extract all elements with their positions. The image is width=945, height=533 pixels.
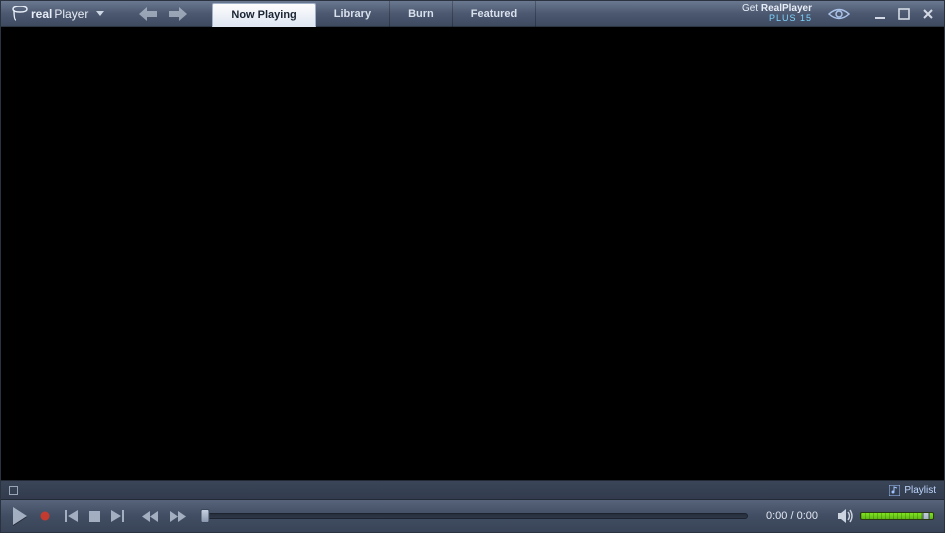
close-icon [922, 8, 934, 20]
tab-now-playing[interactable]: Now Playing [212, 3, 315, 27]
next-track-icon [110, 510, 124, 522]
tab-burn[interactable]: Burn [390, 1, 453, 27]
tab-featured[interactable]: Featured [453, 1, 536, 27]
rewind-icon [142, 511, 158, 522]
play-icon [11, 506, 29, 526]
previous-track-button[interactable] [65, 510, 79, 522]
progress-slider[interactable] [204, 513, 748, 519]
tab-label: Featured [471, 8, 517, 20]
application-window: realPlayer Now Playing Library Burn Feat… [0, 0, 945, 533]
title-bar-right: Get RealPlayer PLUS 15 [742, 4, 938, 23]
play-button[interactable] [11, 506, 29, 526]
stop-icon [89, 511, 100, 522]
tab-label: Burn [408, 8, 434, 20]
menu-dropdown-icon [96, 11, 104, 17]
info-bar: Playlist [1, 480, 944, 500]
record-button[interactable] [39, 510, 51, 522]
volume-control [838, 509, 934, 523]
back-arrow-icon [139, 7, 157, 21]
tab-label: Library [334, 8, 371, 20]
app-name-prefix: real [31, 7, 52, 21]
volume-thumb[interactable] [922, 512, 929, 520]
transport-controls [65, 510, 124, 522]
upgrade-promo-button[interactable]: Get RealPlayer PLUS 15 [742, 4, 812, 23]
progress-thumb[interactable] [201, 509, 210, 523]
tab-label: Now Playing [231, 9, 296, 21]
minimize-icon [874, 8, 886, 20]
playlist-toggle-button[interactable]: Playlist [889, 485, 936, 496]
close-button[interactable] [920, 6, 936, 22]
title-bar: realPlayer Now Playing Library Burn Feat… [1, 1, 944, 27]
next-track-button[interactable] [110, 510, 124, 522]
stop-button[interactable] [89, 511, 100, 522]
record-icon [39, 510, 51, 522]
tab-library[interactable]: Library [316, 1, 390, 27]
time-display: 0:00 / 0:00 [766, 510, 818, 522]
seek-controls [142, 511, 186, 522]
app-name-suffix: Player [54, 7, 88, 21]
playlist-icon [889, 485, 900, 496]
minimize-button[interactable] [872, 6, 888, 22]
realplayer-logo-icon [11, 6, 29, 22]
fast-forward-button[interactable] [170, 511, 186, 522]
playlist-label: Playlist [904, 485, 936, 496]
navigation-arrows [138, 4, 188, 24]
app-menu-button[interactable]: realPlayer [7, 4, 108, 24]
promo-pretext: Get [742, 3, 761, 14]
maximize-icon [898, 8, 910, 20]
mute-button[interactable] [838, 509, 854, 523]
playback-control-bar: 0:00 / 0:00 [1, 500, 944, 532]
eye-icon [828, 7, 850, 21]
stop-indicator-icon [9, 486, 18, 495]
maximize-button[interactable] [896, 6, 912, 22]
window-controls [872, 6, 936, 22]
back-button[interactable] [138, 4, 158, 24]
previous-track-icon [65, 510, 79, 522]
fast-forward-icon [170, 511, 186, 522]
volume-slider[interactable] [860, 512, 934, 520]
speaker-icon [838, 509, 854, 523]
promo-line-2: PLUS 15 [742, 14, 812, 23]
rewind-button[interactable] [142, 511, 158, 522]
forward-button[interactable] [168, 4, 188, 24]
visualization-toggle-button[interactable] [824, 5, 854, 23]
video-display-area[interactable] [1, 27, 944, 480]
main-tabs: Now Playing Library Burn Featured [212, 1, 536, 27]
forward-arrow-icon [169, 7, 187, 21]
